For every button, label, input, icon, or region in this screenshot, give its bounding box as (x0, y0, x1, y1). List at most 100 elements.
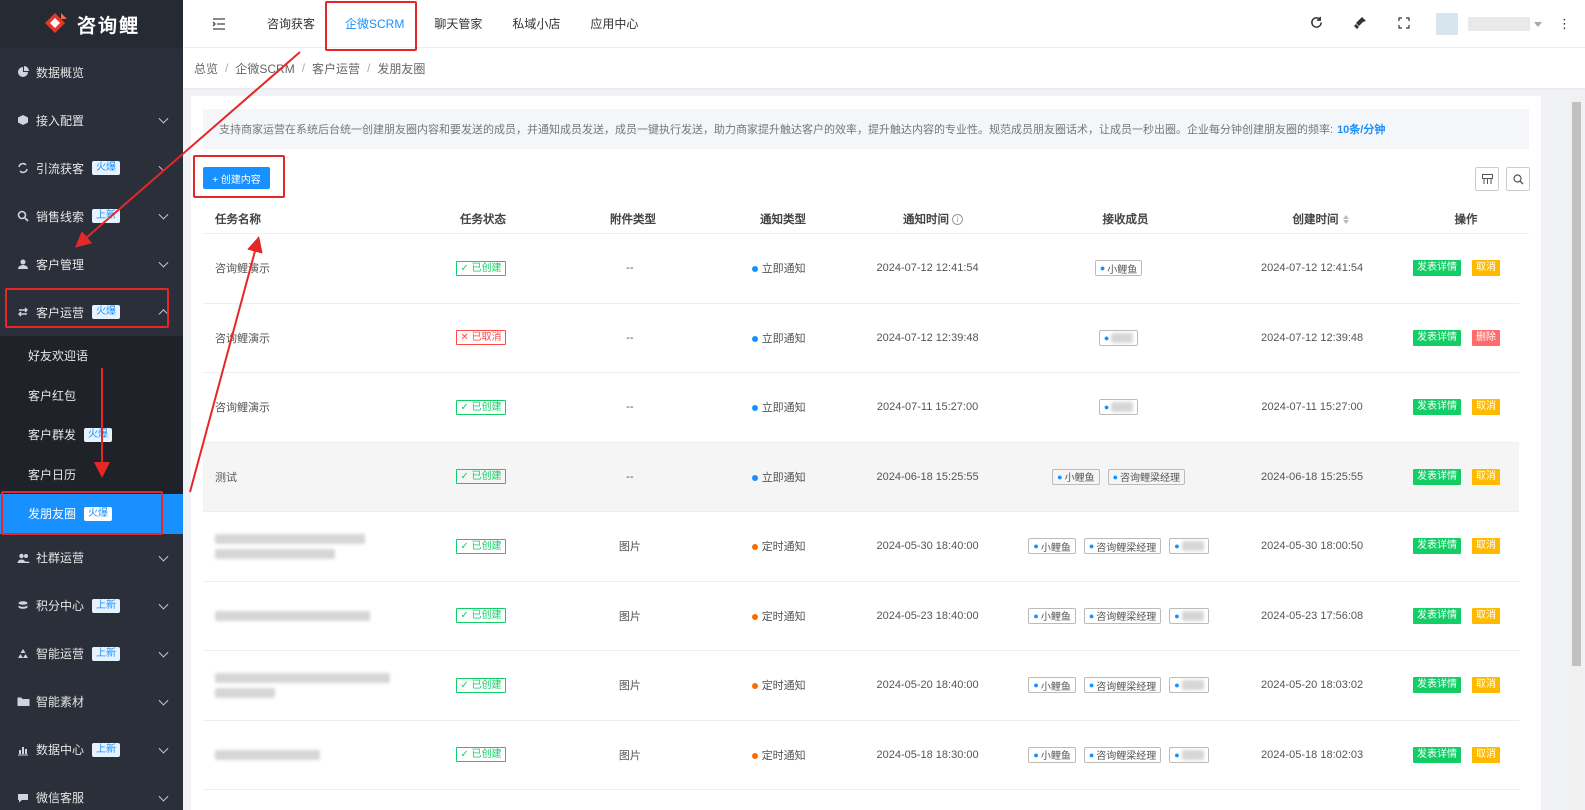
table-row[interactable]: 咨询鲤演示 ✕ 已取消 -- 立即通知 2024-07-12 12:39:48 ● 2024… (203, 304, 1519, 373)
table-row[interactable]: ✓ 已创建 图片 定时通知 2024-05-23 18:40:00 ● 小鲤鱼 ● 咨询鲤梁经… (203, 582, 1519, 651)
top-tab[interactable]: 应用中心 (578, 0, 650, 48)
cancel-button[interactable]: 取消 (1471, 399, 1500, 416)
cancel-button[interactable]: 取消 (1471, 468, 1500, 485)
coins-icon (16, 599, 30, 613)
task-name-cell: 咨询鲤演示 (203, 260, 412, 276)
publish-detail-button[interactable]: 发表详情 (1412, 746, 1461, 763)
top-tab[interactable]: 咨询获客 (255, 0, 327, 48)
sidebar-badge: 上新 (92, 742, 121, 757)
sidebar-item[interactable]: 积分中心 上新 (0, 582, 183, 630)
submenu-item[interactable]: 客户群发 火爆 (0, 415, 183, 455)
cancel-button[interactable]: 取消 (1471, 677, 1500, 694)
task-name-cell: 咨询鲤演示 (203, 330, 412, 346)
breadcrumb-item[interactable]: 总览 (194, 60, 218, 77)
publish-detail-button[interactable]: 发表详情 (1412, 260, 1461, 277)
chevron-down-icon (158, 257, 169, 268)
publish-detail-button[interactable]: 发表详情 (1412, 677, 1461, 694)
notify-type-cell: 立即通知 (709, 260, 848, 276)
members-cell: ● 小鲤鱼 ● 咨询鲤梁经理 ● (1007, 607, 1230, 624)
status-dot (751, 752, 758, 759)
cancel-button[interactable]: 取消 (1471, 260, 1500, 277)
user-name[interactable] (1468, 17, 1530, 31)
submenu-item[interactable]: 客户红包 (0, 376, 183, 416)
sidebar-item[interactable]: 客户管理 (0, 240, 183, 288)
notify-type-cell: 定时通知 (709, 538, 848, 554)
publish-detail-button[interactable]: 发表详情 (1412, 399, 1461, 416)
breadcrumb-item[interactable]: 客户运营 (312, 60, 360, 77)
attachment-type: 图片 (618, 680, 641, 693)
delete-button[interactable]: 删除 (1471, 329, 1500, 346)
chevron-down-icon (158, 113, 169, 124)
fullscreen-icon[interactable] (1382, 16, 1426, 32)
publish-detail-button[interactable]: 发表详情 (1412, 468, 1461, 485)
sidebar-item[interactable]: 数据概览 (0, 48, 183, 96)
cancel-button[interactable]: 取消 (1471, 538, 1500, 555)
avatar[interactable] (1436, 13, 1458, 35)
actions-cell: 发表详情 取消 (1394, 538, 1519, 555)
members-cell: ● 小鲤鱼 (1007, 260, 1230, 277)
table-row[interactable]: 咨询鲤演示 ✓ 已创建 -- 立即通知 2024-07-12 12:41:54 ● 小鲤鱼 2… (203, 234, 1519, 304)
task-name: 咨询鲤演示 (215, 263, 270, 276)
header-actions: 操作 (1454, 213, 1478, 226)
sidebar-item[interactable]: 客户运营 火爆 (0, 288, 183, 336)
member-tag: ● 小鲤鱼 (1028, 538, 1076, 555)
user-icon: ● (1033, 541, 1039, 552)
redacted-task-name (215, 672, 390, 683)
redacted-member-name (1181, 610, 1204, 621)
table-row[interactable]: ✓ 已创建 图片 定时通知 2024-05-30 18:40:00 ● 小鲤鱼 ● 咨询鲤梁经… (203, 512, 1519, 582)
member-name: 咨询鲤梁经理 (1096, 612, 1157, 624)
clear-cache-icon[interactable] (1338, 16, 1382, 33)
caret-down-icon[interactable] (1534, 21, 1542, 27)
publish-detail-button[interactable]: 发表详情 (1412, 607, 1461, 624)
table-row[interactable]: 咨询鲤演示 ✓ 已创建 -- 立即通知 2024-07-11 15:27:00 ● 2024… (203, 373, 1519, 443)
info-icon[interactable]: i (952, 213, 963, 225)
header-created-time[interactable]: 创建时间 (1238, 211, 1403, 227)
notify-type: 定时通知 (761, 680, 806, 693)
sidebar-item[interactable]: 引流获客 火爆 (0, 144, 183, 192)
folder-icon (16, 695, 30, 709)
top-tab[interactable]: 企微SCRM (333, 0, 416, 48)
user-icon: ● (1099, 263, 1106, 274)
app-logo[interactable]: 咨询鲤 (0, 0, 183, 48)
sort-icon[interactable] (1343, 215, 1349, 224)
submenu-item[interactable]: 客户日历 (0, 455, 183, 495)
table-row[interactable]: ✓ 已创建 图片 定时通知 2024-05-20 18:40:00 ● 小鲤鱼 ● 咨询鲤梁经… (203, 651, 1519, 721)
members-cell: ● 小鲤鱼 ● 咨询鲤梁经理 (1007, 468, 1230, 485)
notify-time: 2024-07-11 15:27:00 (876, 401, 979, 414)
top-tab[interactable]: 私域小店 (500, 0, 572, 48)
sidebar-item[interactable]: 智能运营 上新 (0, 630, 183, 678)
create-content-button[interactable]: + 创建内容 (203, 167, 270, 189)
table-row[interactable]: 测试 ✓ 已创建 -- 立即通知 2024-06-18 15:25:55 ● 小鲤鱼 ● 咨询鲤… (203, 442, 1519, 512)
created-time: 2024-07-12 12:41:54 (1261, 262, 1364, 275)
sidebar-item[interactable]: 数据中心 上新 (0, 726, 183, 774)
breadcrumb-current: 发朋友圈 (377, 61, 426, 76)
sidebar-item-label: 智能素材 (36, 695, 85, 709)
column-settings-icon[interactable] (1475, 167, 1499, 191)
search-toggle-icon[interactable] (1506, 167, 1530, 191)
publish-detail-button[interactable]: 发表详情 (1412, 538, 1461, 555)
sidebar-item[interactable]: 销售线索 上新 (0, 192, 183, 240)
sidebar-item[interactable]: 微信客服 (0, 774, 183, 810)
cancel-button[interactable]: 取消 (1471, 607, 1500, 624)
top-tab[interactable]: 聊天管家 (422, 0, 494, 48)
refresh-icon[interactable] (1294, 16, 1338, 32)
breadcrumb-item[interactable]: 企微SCRM (235, 60, 294, 77)
status-dot (751, 335, 758, 342)
submenu-item[interactable]: 发朋友圈 火爆 (0, 494, 183, 534)
more-vertical-icon[interactable]: ⋮ (1558, 16, 1571, 32)
table-row[interactable]: ✓ 已创建 图片 定时通知 2024-05-18 18:30:00 ● 小鲤鱼 ● 咨询鲤梁经… (203, 721, 1519, 790)
status-badge: ✓ 已创建 (456, 399, 506, 415)
submenu-item[interactable]: 好友欢迎语 (0, 336, 183, 376)
header-notify-time: 通知时间 i (853, 211, 1013, 227)
sidebar-item[interactable]: 智能素材 (0, 678, 183, 726)
scrollbar-thumb[interactable] (1572, 102, 1581, 666)
cancel-button[interactable]: 取消 (1471, 746, 1500, 763)
sidebar-item[interactable]: 接入配置 (0, 96, 183, 144)
member-name: 小鲤鱼 (1064, 473, 1095, 485)
user-icon: ● (1088, 680, 1095, 691)
page-scrollbar[interactable] (1569, 96, 1583, 810)
publish-detail-button[interactable]: 发表详情 (1412, 329, 1461, 346)
member-tag: ● 咨询鲤梁经理 (1107, 468, 1186, 485)
menu-fold-icon[interactable] (183, 0, 255, 48)
sidebar-item[interactable]: 社群运营 (0, 534, 183, 582)
